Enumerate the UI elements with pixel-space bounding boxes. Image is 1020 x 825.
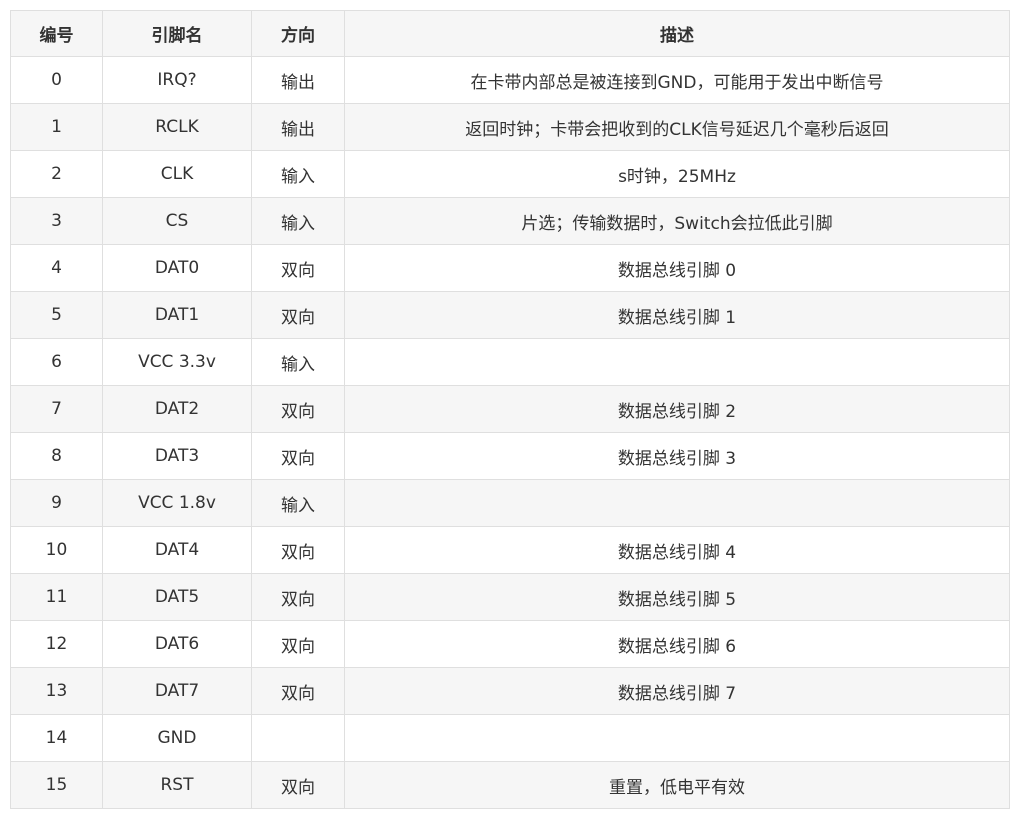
cell-number: 9 xyxy=(10,479,103,527)
table-row: 6 VCC 3.3v 输入 xyxy=(10,338,1010,386)
table-row: 15 RST 双向 重置，低电平有效 xyxy=(10,761,1010,809)
cell-direction: 输入 xyxy=(251,338,345,386)
cell-pin-name: IRQ? xyxy=(102,56,252,104)
cell-description xyxy=(344,479,1010,527)
cell-pin-name: RST xyxy=(102,761,252,809)
cell-pin-name: DAT2 xyxy=(102,385,252,433)
cell-number: 8 xyxy=(10,432,103,480)
cell-description: 数据总线引脚 4 xyxy=(344,526,1010,574)
cell-number: 2 xyxy=(10,150,103,198)
pin-table: 编号 引脚名 方向 描述 0 IRQ? 输出 在卡带内部总是被连接到GND，可能用于发… xyxy=(10,10,1010,809)
cell-description: 返回时钟；卡带会把收到的CLK信号延迟几个毫秒后返回 xyxy=(344,103,1010,151)
cell-number: 14 xyxy=(10,714,103,762)
table-body: 0 IRQ? 输出 在卡带内部总是被连接到GND，可能用于发出中断信号 1 RCLK 输出返… xyxy=(10,56,1010,809)
cell-direction: 输出 xyxy=(251,103,345,151)
cell-pin-name: DAT4 xyxy=(102,526,252,574)
cell-pin-name: RCLK xyxy=(102,103,252,151)
cell-number: 13 xyxy=(10,667,103,715)
cell-description xyxy=(344,338,1010,386)
table-row: 7 DAT2 双向 数据总线引脚 2 xyxy=(10,385,1010,433)
cell-pin-name: DAT5 xyxy=(102,573,252,621)
cell-direction: 输入 xyxy=(251,150,345,198)
cell-number: 5 xyxy=(10,291,103,339)
cell-number: 7 xyxy=(10,385,103,433)
cell-pin-name: CLK xyxy=(102,150,252,198)
cell-description: 数据总线引脚 1 xyxy=(344,291,1010,339)
cell-description: 片选；传输数据时，Switch会拉低此引脚 xyxy=(344,197,1010,245)
table-row: 14 GND xyxy=(10,714,1010,762)
cell-pin-name: VCC 1.8v xyxy=(102,479,252,527)
cell-direction: 双向 xyxy=(251,291,345,339)
cell-number: 0 xyxy=(10,56,103,104)
cell-description: 重置，低电平有效 xyxy=(344,761,1010,809)
table-row: 13 DAT7 双向 数据总线引脚 7 xyxy=(10,667,1010,715)
cell-description xyxy=(344,714,1010,762)
cell-description: s时钟，25MHz xyxy=(344,150,1010,198)
header-pin-name: 引脚名 xyxy=(102,10,252,57)
cell-direction: 双向 xyxy=(251,573,345,621)
cell-pin-name: DAT3 xyxy=(102,432,252,480)
cell-description: 数据总线引脚 3 xyxy=(344,432,1010,480)
table-row: 3 CS 输入 片选；传输数据时，Switch会拉低此引脚 xyxy=(10,197,1010,245)
cell-direction: 双向 xyxy=(251,526,345,574)
cell-direction: 双向 xyxy=(251,667,345,715)
table-row: 0 IRQ? 输出 在卡带内部总是被连接到GND，可能用于发出中断信号 xyxy=(10,56,1010,104)
cell-number: 3 xyxy=(10,197,103,245)
cell-pin-name: DAT1 xyxy=(102,291,252,339)
table-header: 编号 引脚名 方向 描述 xyxy=(10,10,1010,57)
table-row: 9 VCC 1.8v 输入 xyxy=(10,479,1010,527)
header-description: 描述 xyxy=(344,10,1010,57)
cell-direction: 双向 xyxy=(251,620,345,668)
cell-direction: 双向 xyxy=(251,385,345,433)
header-direction: 方向 xyxy=(251,10,345,57)
cell-direction: 输入 xyxy=(251,197,345,245)
table-row: 12 DAT6 双向 数据总线引脚 6 xyxy=(10,620,1010,668)
cell-direction: 双向 xyxy=(251,761,345,809)
cell-number: 1 xyxy=(10,103,103,151)
cell-pin-name: CS xyxy=(102,197,252,245)
table-row: 2 CLK 输入 s时钟，25MHz xyxy=(10,150,1010,198)
header-row: 编号 引脚名 方向 描述 xyxy=(10,10,1010,57)
cell-description: 在卡带内部总是被连接到GND，可能用于发出中断信号 xyxy=(344,56,1010,104)
cell-number: 11 xyxy=(10,573,103,621)
header-number: 编号 xyxy=(10,10,103,57)
cell-description: 数据总线引脚 7 xyxy=(344,667,1010,715)
cell-number: 6 xyxy=(10,338,103,386)
table-row: 8 DAT3 双向 数据总线引脚 3 xyxy=(10,432,1010,480)
cell-direction xyxy=(251,714,345,762)
cell-direction: 输出 xyxy=(251,56,345,104)
cell-number: 4 xyxy=(10,244,103,292)
cell-description: 数据总线引脚 2 xyxy=(344,385,1010,433)
cell-pin-name: DAT6 xyxy=(102,620,252,668)
cell-description: 数据总线引脚 0 xyxy=(344,244,1010,292)
cell-description: 数据总线引脚 5 xyxy=(344,573,1010,621)
cell-direction: 输入 xyxy=(251,479,345,527)
cell-direction: 双向 xyxy=(251,432,345,480)
table-row: 4 DAT0 双向 数据总线引脚 0 xyxy=(10,244,1010,292)
pin-table-container: 编号 引脚名 方向 描述 0 IRQ? 输出 在卡带内部总是被连接到GND，可能用于发… xyxy=(10,10,1010,809)
cell-number: 15 xyxy=(10,761,103,809)
cell-pin-name: DAT0 xyxy=(102,244,252,292)
cell-direction: 双向 xyxy=(251,244,345,292)
cell-number: 10 xyxy=(10,526,103,574)
cell-number: 12 xyxy=(10,620,103,668)
cell-pin-name: DAT7 xyxy=(102,667,252,715)
table-row: 10 DAT4 双向 数据总线引脚 4 xyxy=(10,526,1010,574)
cell-description: 数据总线引脚 6 xyxy=(344,620,1010,668)
table-row: 1 RCLK 输出 返回时钟；卡带会把收到的CLK信号延迟几个毫秒后返回 xyxy=(10,103,1010,151)
cell-pin-name: VCC 3.3v xyxy=(102,338,252,386)
table-row: 11 DAT5 双向 数据总线引脚 5 xyxy=(10,573,1010,621)
table-row: 5 DAT1 双向 数据总线引脚 1 xyxy=(10,291,1010,339)
cell-pin-name: GND xyxy=(102,714,252,762)
